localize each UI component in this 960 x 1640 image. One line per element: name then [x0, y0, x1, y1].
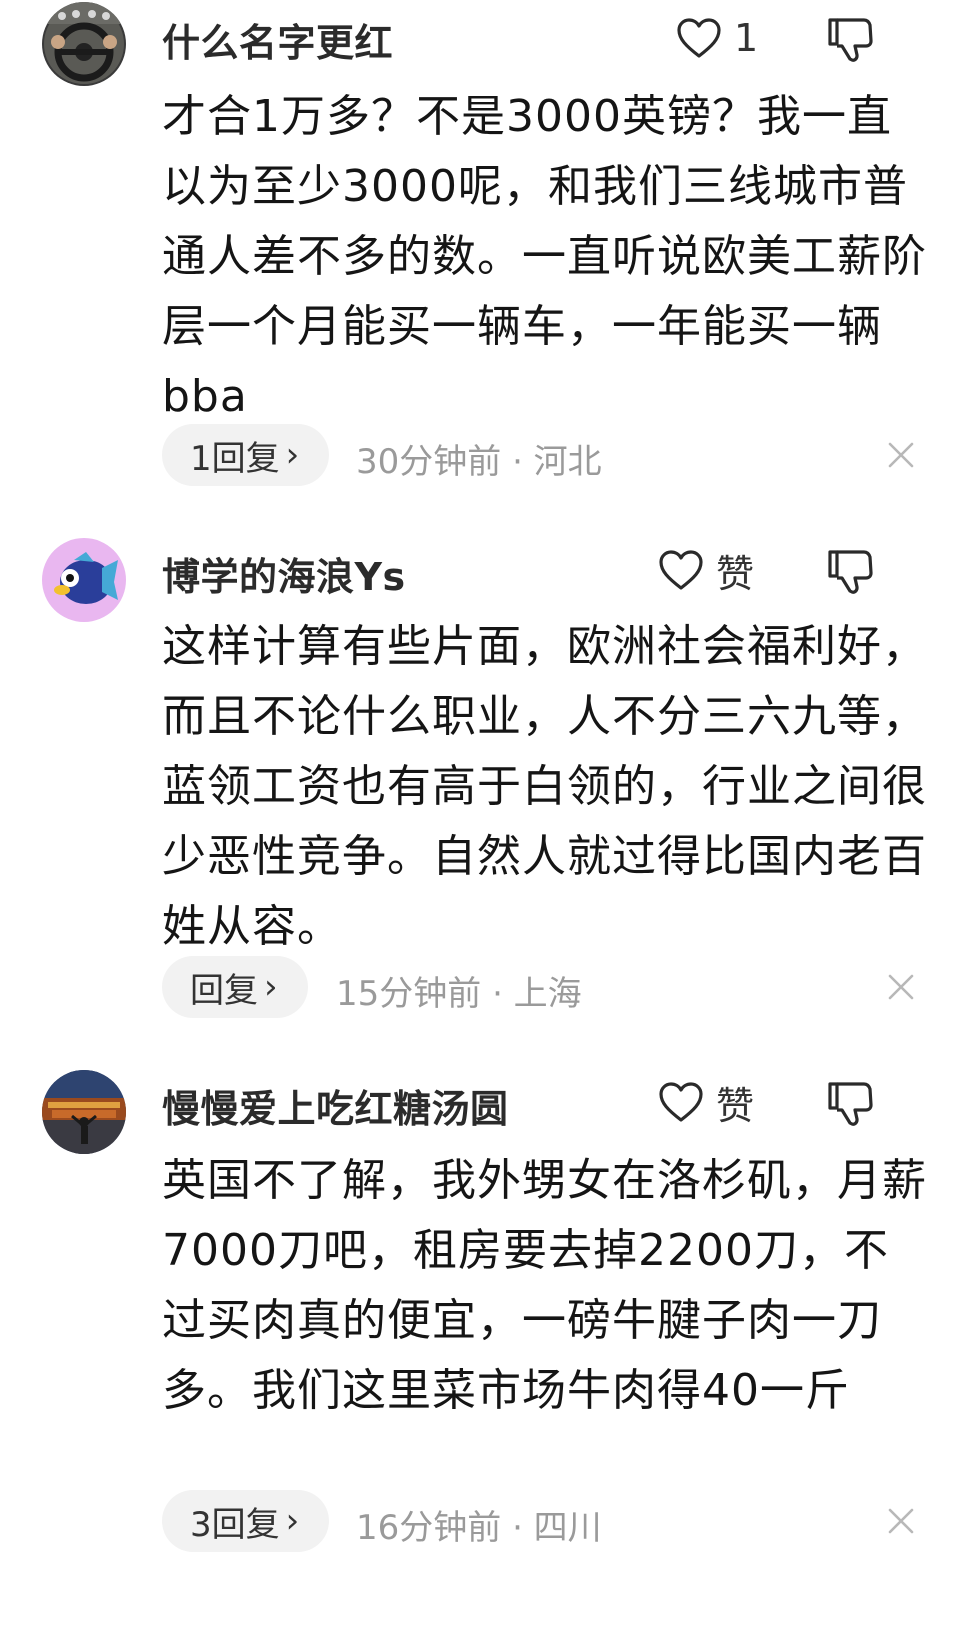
chevron-right-icon: › [285, 1501, 300, 1541]
dislike-button[interactable] [826, 1078, 874, 1128]
username[interactable]: 慢慢爱上吃红糖汤圆 [162, 1078, 509, 1133]
comment-text: 英国不了解，我外甥女在洛杉矶，月薪7000刀吧，租房要去掉2200刀，不过买肉真… [162, 1155, 927, 1416]
avatar[interactable] [42, 1070, 126, 1154]
night-palace-avatar [42, 1070, 126, 1154]
reply-label: 3回复 [190, 1504, 280, 1545]
comment-meta: 16分钟前 · 四川 [356, 1508, 602, 1548]
close-icon [888, 1508, 914, 1534]
like-label: 赞 [716, 1083, 755, 1128]
comment-item: 慢慢爱上吃红糖汤圆 赞 英国不了解，我外甥女在洛杉矶，月薪7000刀吧，租房要去… [0, 0, 960, 1640]
reply-button[interactable]: 3回复 › [162, 1490, 330, 1552]
heart-outline-icon [659, 1082, 703, 1122]
close-button[interactable] [884, 1504, 918, 1538]
thumbs-down-icon [828, 1082, 873, 1126]
like-button[interactable]: 赞 [658, 1074, 754, 1130]
